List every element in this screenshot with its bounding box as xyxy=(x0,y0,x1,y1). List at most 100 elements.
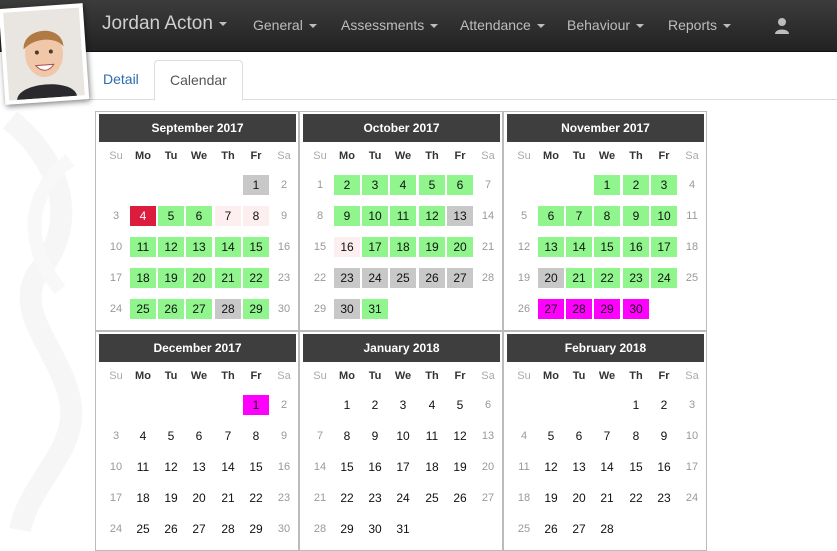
calendar-day[interactable]: 7 xyxy=(307,426,333,446)
calendar-day[interactable]: 19 xyxy=(419,237,445,257)
calendar-day[interactable]: 22 xyxy=(594,268,620,288)
calendar-day[interactable]: 12 xyxy=(511,237,537,257)
calendar-day[interactable]: 4 xyxy=(511,426,537,446)
calendar-day[interactable]: 11 xyxy=(130,457,156,477)
calendar-day[interactable]: 9 xyxy=(334,206,360,226)
calendar-day[interactable]: 1 xyxy=(594,175,620,195)
calendar-day[interactable]: 22 xyxy=(243,268,269,288)
calendar-day[interactable]: 28 xyxy=(594,519,620,539)
calendar-day[interactable]: 23 xyxy=(271,488,297,508)
calendar-day[interactable]: 15 xyxy=(243,237,269,257)
calendar-day[interactable]: 2 xyxy=(362,395,388,415)
calendar-day[interactable]: 20 xyxy=(538,268,564,288)
calendar-day[interactable]: 4 xyxy=(130,426,156,446)
calendar-day[interactable]: 23 xyxy=(651,488,677,508)
calendar-day[interactable]: 17 xyxy=(103,488,129,508)
calendar-day[interactable]: 12 xyxy=(447,426,473,446)
calendar-day[interactable]: 21 xyxy=(307,488,333,508)
calendar-day[interactable]: 16 xyxy=(362,457,388,477)
calendar-day[interactable]: 12 xyxy=(538,457,564,477)
calendar-day[interactable]: 4 xyxy=(679,175,705,195)
calendar-day[interactable]: 15 xyxy=(594,237,620,257)
calendar-day[interactable]: 16 xyxy=(271,237,297,257)
calendar-day[interactable]: 18 xyxy=(390,237,416,257)
calendar-day[interactable]: 5 xyxy=(158,206,184,226)
calendar-day[interactable]: 4 xyxy=(419,395,445,415)
nav-general[interactable]: General xyxy=(253,17,317,33)
calendar-day[interactable]: 13 xyxy=(475,426,501,446)
calendar-day[interactable]: 20 xyxy=(566,488,592,508)
calendar-day[interactable]: 29 xyxy=(243,299,269,319)
calendar-day[interactable]: 1 xyxy=(334,395,360,415)
calendar-day[interactable]: 31 xyxy=(362,299,388,319)
calendar-day[interactable]: 22 xyxy=(243,488,269,508)
calendar-day[interactable]: 18 xyxy=(679,237,705,257)
calendar-day[interactable]: 22 xyxy=(623,488,649,508)
calendar-day[interactable]: 24 xyxy=(651,268,677,288)
calendar-day[interactable]: 24 xyxy=(103,519,129,539)
calendar-day[interactable]: 19 xyxy=(158,488,184,508)
calendar-day[interactable]: 26 xyxy=(158,299,184,319)
calendar-day[interactable]: 24 xyxy=(103,299,129,319)
calendar-day[interactable]: 12 xyxy=(158,237,184,257)
calendar-day[interactable]: 1 xyxy=(243,395,269,415)
calendar-day[interactable]: 17 xyxy=(103,268,129,288)
calendar-day[interactable]: 31 xyxy=(390,519,416,539)
calendar-day[interactable]: 23 xyxy=(362,488,388,508)
calendar-day[interactable]: 13 xyxy=(447,206,473,226)
calendar-day[interactable]: 5 xyxy=(511,206,537,226)
calendar-day[interactable]: 29 xyxy=(243,519,269,539)
calendar-day[interactable]: 10 xyxy=(103,457,129,477)
calendar-day[interactable]: 20 xyxy=(475,457,501,477)
calendar-day[interactable]: 7 xyxy=(566,206,592,226)
calendar-day[interactable]: 26 xyxy=(419,268,445,288)
calendar-day[interactable]: 23 xyxy=(271,268,297,288)
calendar-day[interactable]: 25 xyxy=(130,519,156,539)
nav-attendance[interactable]: Attendance xyxy=(460,17,545,33)
calendar-day[interactable]: 25 xyxy=(419,488,445,508)
calendar-day[interactable]: 6 xyxy=(447,175,473,195)
calendar-day[interactable]: 6 xyxy=(538,206,564,226)
calendar-day[interactable]: 26 xyxy=(447,488,473,508)
calendar-day[interactable]: 5 xyxy=(538,426,564,446)
calendar-day[interactable]: 11 xyxy=(679,206,705,226)
calendar-day[interactable]: 12 xyxy=(419,206,445,226)
calendar-day[interactable]: 2 xyxy=(651,395,677,415)
calendar-day[interactable]: 1 xyxy=(307,175,333,195)
calendar-day[interactable]: 10 xyxy=(390,426,416,446)
calendar-day[interactable]: 3 xyxy=(651,175,677,195)
calendar-day[interactable]: 27 xyxy=(186,519,212,539)
calendar-day[interactable]: 21 xyxy=(475,237,501,257)
calendar-day[interactable]: 8 xyxy=(594,206,620,226)
calendar-day[interactable]: 28 xyxy=(215,519,241,539)
calendar-day[interactable]: 2 xyxy=(271,175,297,195)
calendar-day[interactable]: 8 xyxy=(307,206,333,226)
calendar-day[interactable]: 29 xyxy=(594,299,620,319)
calendar-day[interactable]: 13 xyxy=(566,457,592,477)
calendar-day[interactable]: 8 xyxy=(334,426,360,446)
calendar-day[interactable]: 7 xyxy=(215,426,241,446)
calendar-day[interactable]: 13 xyxy=(186,237,212,257)
calendar-day[interactable]: 20 xyxy=(447,237,473,257)
calendar-day[interactable]: 27 xyxy=(475,488,501,508)
calendar-day[interactable]: 3 xyxy=(103,426,129,446)
calendar-day[interactable]: 8 xyxy=(243,206,269,226)
calendar-day[interactable]: 11 xyxy=(419,426,445,446)
calendar-day[interactable]: 27 xyxy=(186,299,212,319)
calendar-day[interactable]: 21 xyxy=(215,268,241,288)
calendar-day[interactable]: 19 xyxy=(538,488,564,508)
calendar-day[interactable]: 15 xyxy=(334,457,360,477)
calendar-day[interactable]: 7 xyxy=(594,426,620,446)
nav-reports[interactable]: Reports xyxy=(668,17,732,33)
calendar-day[interactable]: 21 xyxy=(215,488,241,508)
calendar-day[interactable]: 7 xyxy=(475,175,501,195)
calendar-day[interactable]: 14 xyxy=(594,457,620,477)
tab-detail[interactable]: Detail xyxy=(88,60,154,100)
calendar-day[interactable]: 29 xyxy=(334,519,360,539)
calendar-day[interactable]: 16 xyxy=(623,237,649,257)
calendar-day[interactable]: 18 xyxy=(419,457,445,477)
calendar-day[interactable]: 2 xyxy=(623,175,649,195)
calendar-day[interactable]: 6 xyxy=(186,426,212,446)
calendar-day[interactable]: 19 xyxy=(511,268,537,288)
calendar-day[interactable]: 24 xyxy=(679,488,705,508)
